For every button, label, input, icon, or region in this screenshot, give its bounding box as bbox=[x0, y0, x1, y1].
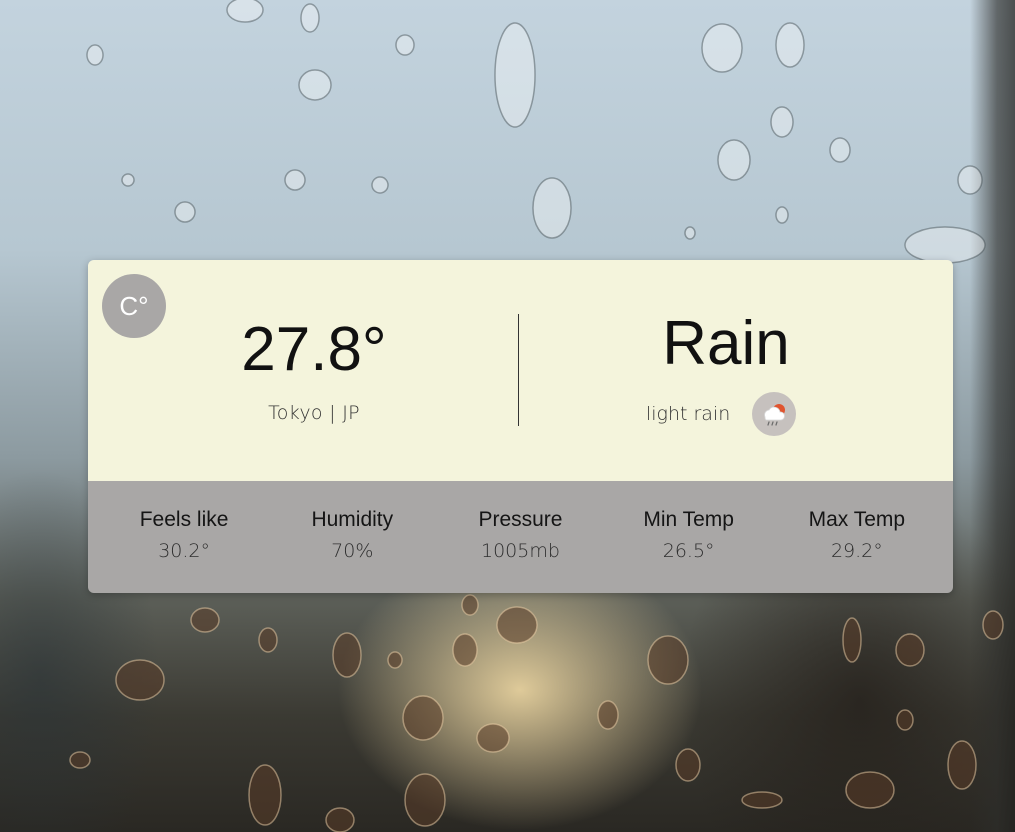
condition-description-row: light rain bbox=[646, 392, 797, 436]
stat-feels-like: Feels like 30.2° bbox=[109, 481, 259, 593]
condition-block: Rain bbox=[618, 308, 834, 380]
unit-toggle-button[interactable]: C° bbox=[102, 274, 166, 338]
stat-value: 70% bbox=[331, 540, 374, 562]
rain-cloud-sun-icon bbox=[752, 392, 797, 436]
temperature-block: 27.8° Tokyo | JP bbox=[214, 312, 414, 424]
stat-value: 29.2° bbox=[830, 540, 883, 562]
stat-min-temp: Min Temp 26.5° bbox=[614, 481, 764, 593]
stat-pressure: Pressure 1005mb bbox=[445, 481, 595, 593]
stat-label: Max Temp bbox=[808, 508, 906, 531]
current-weather-panel: C° 27.8° Tokyo | JP Rain light rain bbox=[88, 260, 953, 481]
weather-card: C° 27.8° Tokyo | JP Rain light rain Feel… bbox=[88, 260, 953, 593]
stat-label: Pressure bbox=[478, 508, 563, 531]
stat-max-temp: Max Temp 29.2° bbox=[782, 481, 932, 593]
weather-description: light rain bbox=[646, 403, 731, 425]
weather-condition: Rain bbox=[662, 309, 790, 378]
stat-label: Humidity bbox=[311, 508, 394, 531]
stat-value: 30.2° bbox=[158, 540, 210, 562]
stat-label: Min Temp bbox=[643, 508, 734, 531]
stat-humidity: Humidity 70% bbox=[277, 481, 427, 593]
vertical-divider bbox=[518, 314, 519, 426]
location-label: Tokyo | JP bbox=[268, 402, 360, 424]
stat-value: 26.5° bbox=[662, 540, 715, 562]
stat-value: 1005mb bbox=[481, 540, 560, 562]
stat-label: Feels like bbox=[139, 508, 229, 531]
weather-details-panel: Feels like 30.2° Humidity 70% Pressure 1… bbox=[88, 481, 953, 593]
current-temperature: 27.8° bbox=[241, 315, 387, 384]
